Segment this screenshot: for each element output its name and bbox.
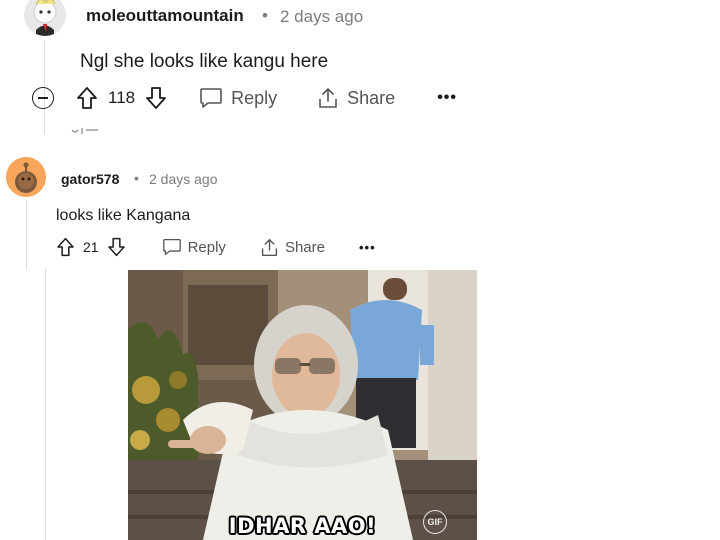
comment-author[interactable]: gator578 [61, 171, 119, 187]
vote-count: 118 [108, 88, 136, 107]
vote-count: 21 [83, 239, 99, 255]
more-icon[interactable]: ••• [437, 89, 457, 107]
share-label: Share [284, 238, 325, 256]
user-avatar[interactable] [6, 157, 46, 197]
user-avatar[interactable] [24, 0, 66, 36]
gif-badge[interactable]: GIF [423, 510, 447, 534]
reply-label: Reply [187, 238, 226, 256]
comment-bubble-icon [162, 238, 181, 256]
upvote-icon[interactable] [56, 237, 75, 257]
collapse-icon[interactable] [32, 87, 54, 109]
upvote-icon[interactable] [76, 86, 98, 110]
share-button[interactable]: Share [260, 238, 325, 257]
comment-author[interactable]: moleouttamountain [86, 6, 244, 26]
thread-line[interactable] [26, 200, 27, 270]
comment-actions: 118 Reply Share ••• [32, 84, 457, 112]
comment-bubble-icon [200, 88, 222, 108]
thread-line[interactable] [45, 268, 46, 540]
share-label: Share [347, 87, 396, 108]
gif-embed[interactable]: IDHAR AAO! GIF [128, 270, 477, 540]
downvote-icon[interactable] [107, 237, 126, 257]
gif-frame [128, 270, 477, 540]
share-icon [319, 88, 337, 108]
reply-button[interactable]: Reply [162, 238, 226, 256]
comment-timestamp[interactable]: 2 days ago [149, 171, 218, 187]
clipped-content [71, 128, 98, 134]
share-button[interactable]: Share [317, 87, 395, 109]
comment-timestamp[interactable]: 2 days ago [280, 7, 363, 27]
downvote-icon[interactable] [145, 86, 167, 110]
comment-body: looks like Kangana [56, 207, 191, 224]
comment-body: Ngl she looks like kangu here [80, 51, 329, 72]
comment-thread: moleouttamountain • 2 days ago Ngl she l… [0, 0, 720, 540]
comment-actions: 21 Reply Share ••• [56, 235, 376, 259]
more-icon[interactable]: ••• [359, 240, 376, 255]
reply-label: Reply [231, 87, 278, 108]
reply-button[interactable]: Reply [199, 87, 277, 109]
share-icon [261, 238, 278, 256]
meta-separator: • [134, 170, 139, 186]
meta-separator: • [262, 6, 268, 25]
